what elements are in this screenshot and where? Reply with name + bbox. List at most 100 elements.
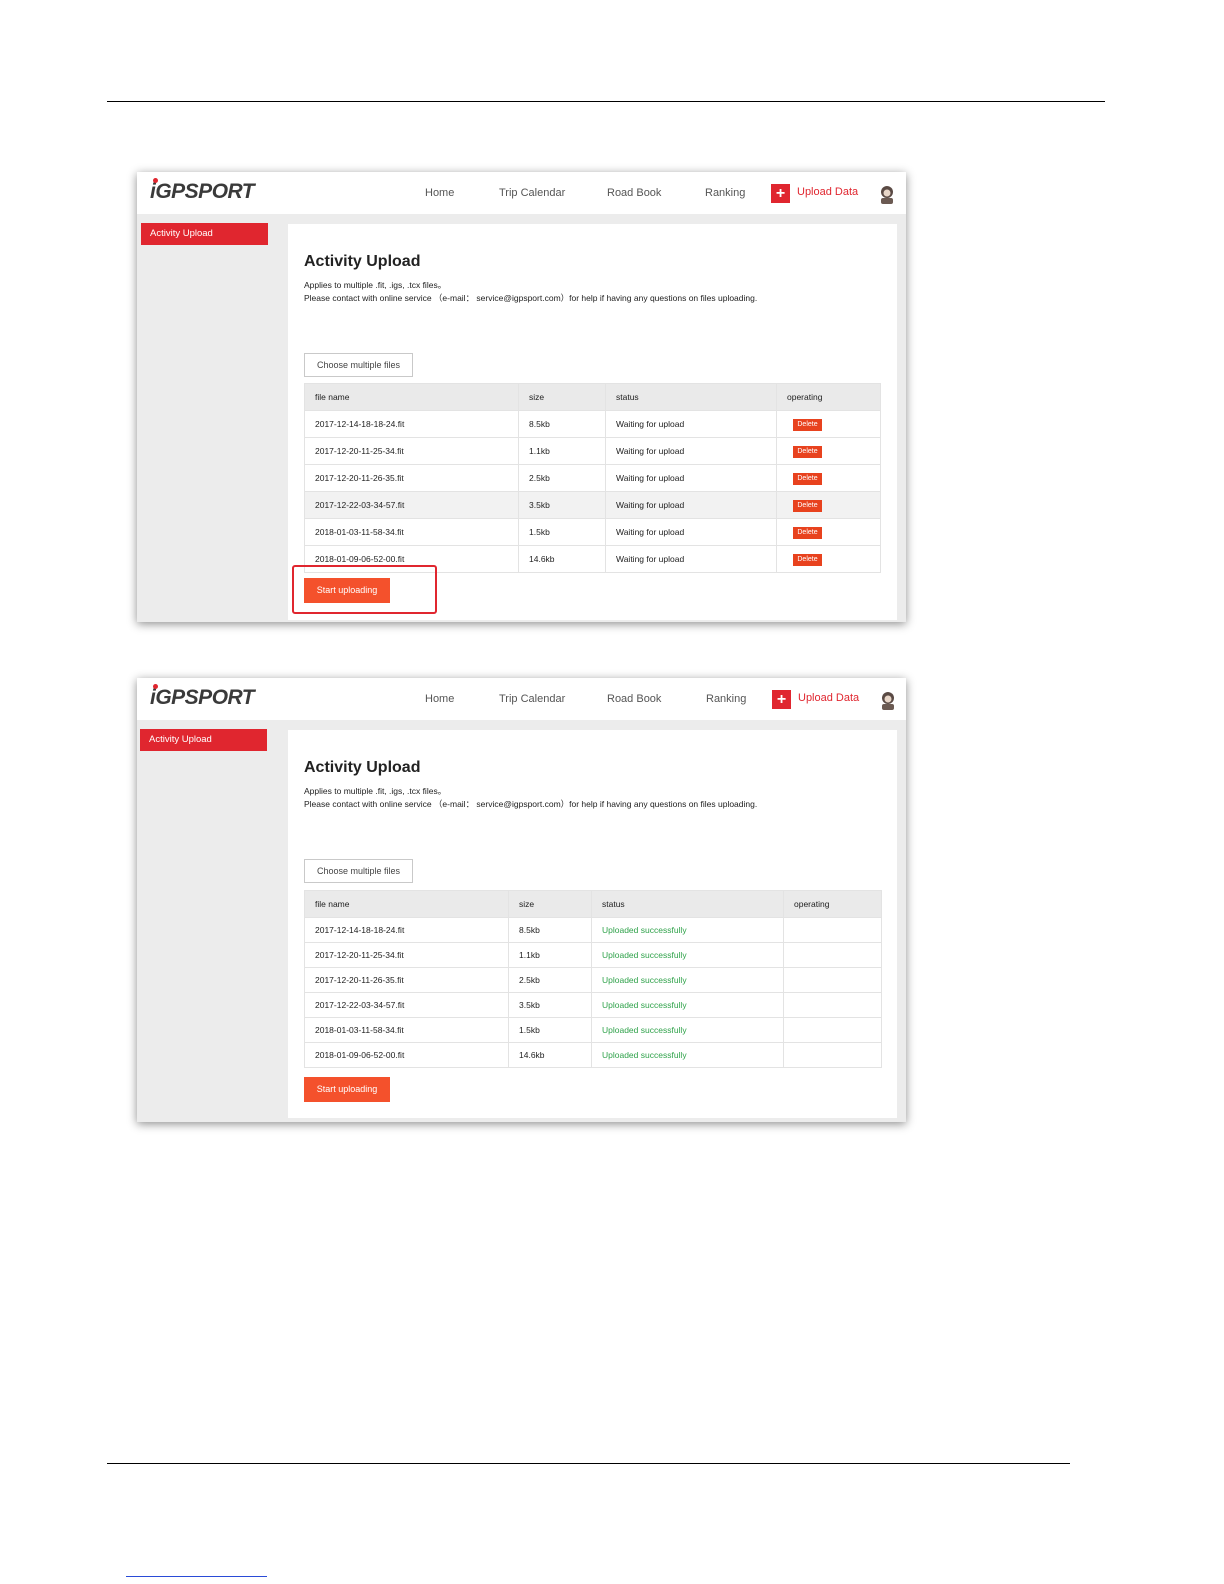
file-status: Waiting for upload xyxy=(605,437,777,465)
nav-home[interactable]: Home xyxy=(425,693,454,705)
logo[interactable]: iGPSPORT xyxy=(150,684,255,710)
start-uploading-button[interactable]: Start uploading xyxy=(304,1077,390,1102)
delete-button[interactable]: Delete xyxy=(793,418,822,431)
screenshot-after-upload: iGPSPORT Home Trip Calendar Road Book Ra… xyxy=(137,678,906,1122)
supported-formats-text: Applies to multiple .fit, .igs, .tcx fil… xyxy=(304,786,447,796)
file-name: 2017-12-20-11-26-35.fit xyxy=(304,464,519,492)
file-status: Waiting for upload xyxy=(605,410,777,438)
operating-cell xyxy=(783,942,882,968)
file-size: 2.5kb xyxy=(518,464,606,492)
table-row: 2017-12-20-11-25-34.fit 1.1kb Waiting fo… xyxy=(304,437,881,465)
delete-button[interactable]: Delete xyxy=(793,526,822,539)
file-name: 2017-12-22-03-34-57.fit xyxy=(304,491,519,519)
col-file-name: file name xyxy=(304,383,519,411)
col-file-name: file name xyxy=(304,890,509,918)
file-status: Uploaded successfully xyxy=(591,917,784,943)
table-row: 2017-12-14-18-18-24.fit 8.5kb Waiting fo… xyxy=(304,410,881,438)
nav-ranking[interactable]: Ranking xyxy=(705,187,745,199)
file-size: 3.5kb xyxy=(518,491,606,519)
file-size: 3.5kb xyxy=(508,992,592,1018)
file-name: 2017-12-20-11-25-34.fit xyxy=(304,942,509,968)
nav-trip-calendar[interactable]: Trip Calendar xyxy=(499,187,565,199)
file-name: 2017-12-22-03-34-57.fit xyxy=(304,992,509,1018)
nav-ranking[interactable]: Ranking xyxy=(706,693,746,705)
logo[interactable]: iGPSPORT xyxy=(150,178,255,204)
page-title: Activity Upload xyxy=(304,759,421,776)
table-row: 2017-12-20-11-26-35.fit 2.5kb Uploaded s… xyxy=(304,967,882,993)
delete-button[interactable]: Delete xyxy=(793,445,822,458)
avatar[interactable] xyxy=(878,184,896,204)
contact-text: Please contact with online service （e-ma… xyxy=(304,293,758,303)
table-row: 2018-01-09-06-52-00.fit 14.6kb Uploaded … xyxy=(304,1042,882,1068)
highlight-box xyxy=(292,565,437,614)
table-row: 2017-12-22-03-34-57.fit 3.5kb Waiting fo… xyxy=(304,491,881,519)
table-header: file name size status operating xyxy=(304,890,882,918)
operating-cell xyxy=(783,992,882,1018)
operating-cell xyxy=(783,1042,882,1068)
sidebar-item-activity-upload[interactable]: Activity Upload xyxy=(140,729,267,751)
file-status: Uploaded successfully xyxy=(591,942,784,968)
nav-road-book[interactable]: Road Book xyxy=(607,187,661,199)
file-size: 2.5kb xyxy=(508,967,592,993)
plus-icon[interactable]: + xyxy=(771,184,790,203)
file-status: Uploaded successfully xyxy=(591,1017,784,1043)
nav-road-book[interactable]: Road Book xyxy=(607,693,661,705)
file-name: 2018-01-09-06-52-00.fit xyxy=(304,1042,509,1068)
table-row: 2017-12-14-18-18-24.fit 8.5kb Uploaded s… xyxy=(304,917,882,943)
table-row: 2018-01-03-11-58-34.fit 1.5kb Uploaded s… xyxy=(304,1017,882,1043)
file-table: file name size status operating 2017-12-… xyxy=(304,383,881,573)
file-status: Waiting for upload xyxy=(605,518,777,546)
table-row: 2018-01-03-11-58-34.fit 1.5kb Waiting fo… xyxy=(304,518,881,546)
screenshot-before-upload: iGPSPORT Home Trip Calendar Road Book Ra… xyxy=(137,172,906,622)
file-status: Uploaded successfully xyxy=(591,1042,784,1068)
file-size: 1.5kb xyxy=(518,518,606,546)
top-nav-bar: iGPSPORT Home Trip Calendar Road Book Ra… xyxy=(137,172,906,214)
table-row: 2017-12-20-11-26-35.fit 2.5kb Waiting fo… xyxy=(304,464,881,492)
nav-trip-calendar[interactable]: Trip Calendar xyxy=(499,693,565,705)
top-nav-bar: iGPSPORT Home Trip Calendar Road Book Ra… xyxy=(137,678,906,720)
col-status: status xyxy=(591,890,784,918)
file-name: 2017-12-14-18-18-24.fit xyxy=(304,917,509,943)
choose-files-button[interactable]: Choose multiple files xyxy=(304,353,413,377)
avatar[interactable] xyxy=(879,690,897,710)
bottom-rule xyxy=(107,1463,1070,1464)
col-size: size xyxy=(518,383,606,411)
file-status: Waiting for upload xyxy=(605,464,777,492)
col-operating: operating xyxy=(776,383,881,411)
operating-cell xyxy=(783,917,882,943)
file-status: Waiting for upload xyxy=(605,545,777,573)
sidebar-item-activity-upload[interactable]: Activity Upload xyxy=(141,223,268,245)
file-size: 1.1kb xyxy=(508,942,592,968)
file-size: 14.6kb xyxy=(518,545,606,573)
file-name: 2017-12-20-11-25-34.fit xyxy=(304,437,519,465)
delete-button[interactable]: Delete xyxy=(793,553,822,566)
file-size: 1.5kb xyxy=(508,1017,592,1043)
supported-formats-text: Applies to multiple .fit, .igs, .tcx fil… xyxy=(304,280,447,290)
file-size: 1.1kb xyxy=(518,437,606,465)
top-rule xyxy=(107,101,1105,102)
table-header: file name size status operating xyxy=(304,383,881,411)
content-panel: Activity Upload Applies to multiple .fit… xyxy=(288,224,897,620)
file-name: 2018-01-03-11-58-34.fit xyxy=(304,518,519,546)
page-title: Activity Upload xyxy=(304,253,421,270)
delete-button[interactable]: Delete xyxy=(793,499,822,512)
nav-home[interactable]: Home xyxy=(425,187,454,199)
file-table: file name size status operating 2017-12-… xyxy=(304,890,882,1068)
delete-button[interactable]: Delete xyxy=(793,472,822,485)
col-operating: operating xyxy=(783,890,882,918)
choose-files-button[interactable]: Choose multiple files xyxy=(304,859,413,883)
footer-link-underline[interactable] xyxy=(126,1576,267,1577)
file-status: Uploaded successfully xyxy=(591,992,784,1018)
operating-cell xyxy=(783,1017,882,1043)
col-size: size xyxy=(508,890,592,918)
upload-data-link[interactable]: Upload Data xyxy=(798,692,859,704)
file-status: Uploaded successfully xyxy=(591,967,784,993)
upload-data-link[interactable]: Upload Data xyxy=(797,186,858,198)
file-name: 2018-01-03-11-58-34.fit xyxy=(304,1017,509,1043)
contact-text: Please contact with online service （e-ma… xyxy=(304,799,758,809)
plus-icon[interactable]: + xyxy=(772,690,791,709)
file-size: 8.5kb xyxy=(508,917,592,943)
file-name: 2017-12-14-18-18-24.fit xyxy=(304,410,519,438)
col-status: status xyxy=(605,383,777,411)
file-status: Waiting for upload xyxy=(605,491,777,519)
